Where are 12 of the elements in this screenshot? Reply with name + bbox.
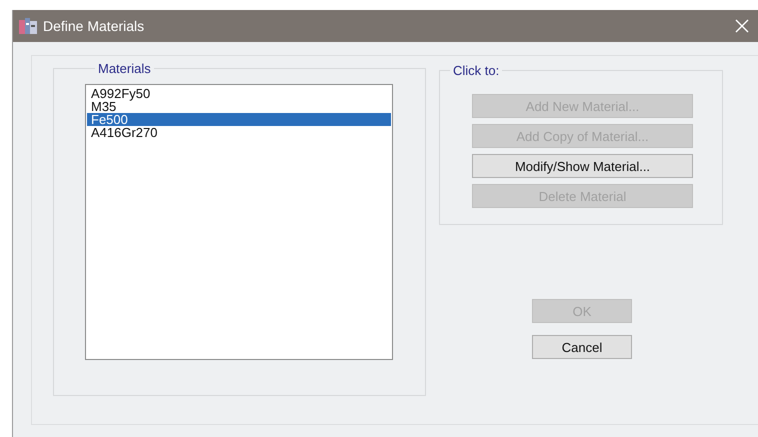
window-title: Define Materials [43,18,146,34]
app-icon [19,18,37,34]
list-item[interactable]: A992Fy50 [87,87,391,100]
materials-list[interactable]: A992Fy50 M35 Fe500 A416Gr270 [85,84,393,360]
list-item[interactable]: Fe500 [87,113,391,126]
group-label: Materials [97,61,152,76]
list-item[interactable]: M35 [87,100,391,113]
group-label: Click to: [452,63,500,78]
dialog-button[interactable]: Cancel [532,335,632,359]
close-icon[interactable] [735,19,749,33]
list-item[interactable]: A416Gr270 [87,126,391,139]
action-button[interactable]: Modify/Show Material... [472,154,693,178]
